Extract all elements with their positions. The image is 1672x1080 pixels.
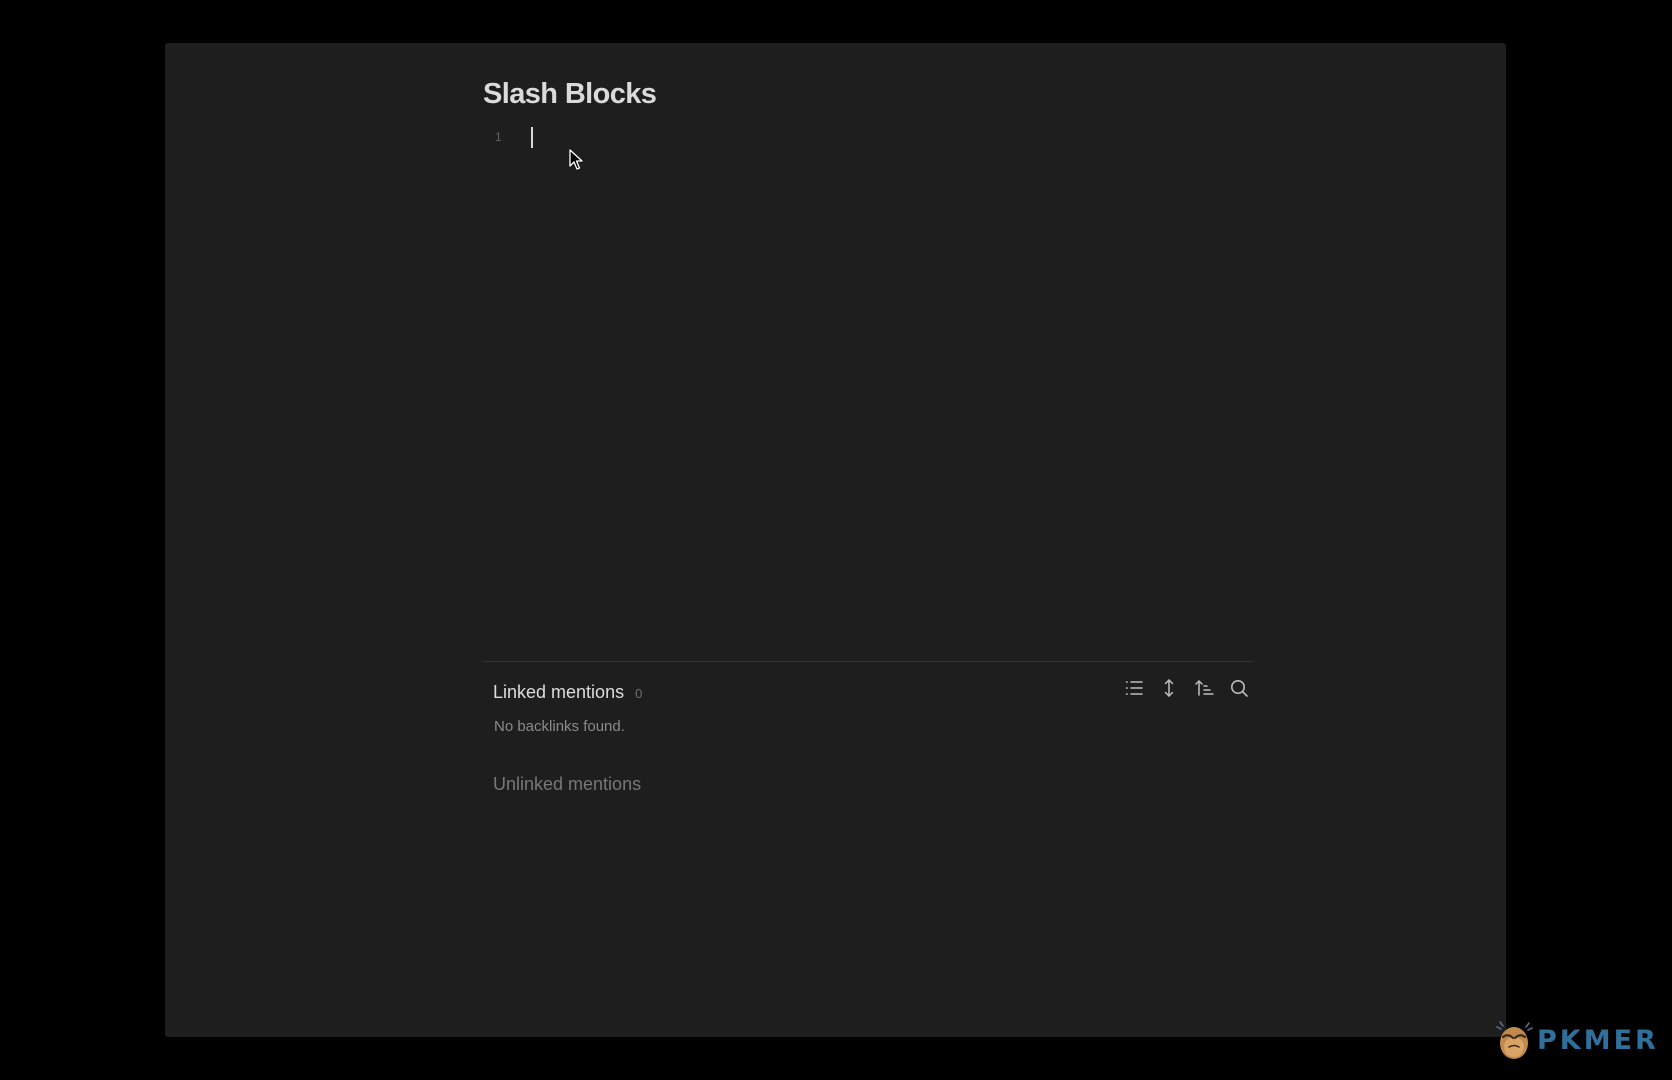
unlinked-mentions-title[interactable]: Unlinked mentions <box>493 774 641 795</box>
no-backlinks-message: No backlinks found. <box>494 718 625 735</box>
pkmer-watermark: PKMER <box>1495 1019 1659 1061</box>
linked-mentions-count: 0 <box>635 686 643 701</box>
linked-mentions-title[interactable]: Linked mentions <box>493 682 624 703</box>
collapse-results-button[interactable] <box>1116 675 1151 701</box>
note-title[interactable]: Slash Blocks <box>483 77 657 112</box>
change-sort-order-button[interactable] <box>1186 675 1221 701</box>
backlinks-divider <box>483 661 1253 662</box>
show-search-filter-button[interactable] <box>1221 675 1256 701</box>
editor-line[interactable]: 1 <box>483 125 1083 149</box>
sort-icon <box>1194 680 1214 696</box>
mouse-pointer-icon <box>569 149 583 170</box>
line-number: 1 <box>495 130 502 144</box>
pkmer-wordmark: PKMER <box>1537 1024 1659 1056</box>
list-icon <box>1125 681 1143 695</box>
linked-mentions-header[interactable]: Linked mentions 0 <box>493 682 642 703</box>
search-icon <box>1230 680 1248 697</box>
text-cursor <box>531 127 533 148</box>
note-pane: Slash Blocks 1 Linked mentions 0 No back… <box>165 43 1506 1037</box>
backlinks-toolbar <box>1116 675 1256 701</box>
vertical-arrows-icon <box>1164 679 1173 697</box>
pkmer-mascot-icon <box>1496 1021 1533 1059</box>
show-more-context-button[interactable] <box>1151 675 1186 701</box>
